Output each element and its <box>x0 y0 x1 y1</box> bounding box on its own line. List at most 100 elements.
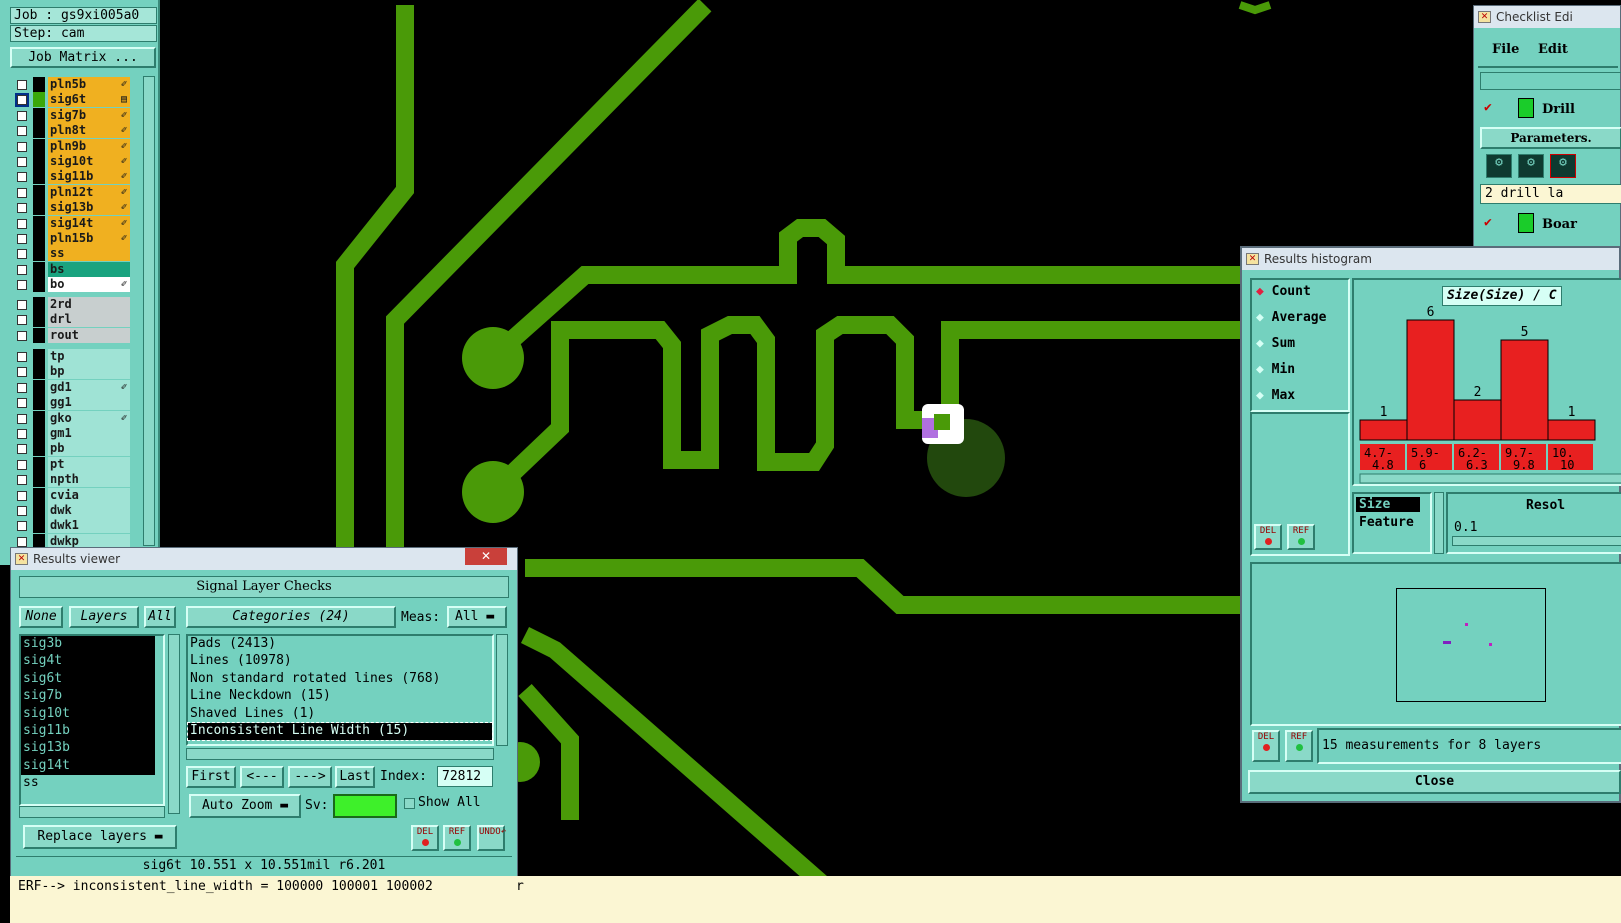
layer-checkbox[interactable] <box>17 382 27 393</box>
layer-color-swatch[interactable] <box>33 349 45 364</box>
ref-button[interactable]: REF <box>443 825 471 851</box>
layer-row[interactable]: dwk <box>14 503 130 518</box>
category-item[interactable]: Pads (2413) <box>188 636 492 653</box>
layer-color-swatch[interactable] <box>33 472 45 488</box>
layer-checkbox[interactable] <box>17 172 27 183</box>
next-button[interactable]: ---> <box>288 766 332 788</box>
layer-checkbox[interactable] <box>17 536 27 547</box>
ref-button[interactable]: REF <box>1287 524 1315 550</box>
mode-radio[interactable]: ◆ Sum <box>1256 336 1295 351</box>
layer-checkbox[interactable] <box>17 126 27 137</box>
v-scrollbar[interactable] <box>168 634 180 814</box>
layer-color-swatch[interactable] <box>33 154 45 169</box>
layer-result-item[interactable]: sig13b <box>21 740 155 758</box>
prev-button[interactable]: <--- <box>240 766 284 788</box>
layer-row[interactable]: gko ✐ <box>14 410 130 426</box>
layer-result-item[interactable]: sig14t <box>21 757 155 776</box>
layer-checkbox[interactable] <box>17 429 27 439</box>
first-button[interactable]: First <box>186 766 236 788</box>
layer-color-swatch[interactable] <box>33 123 45 139</box>
layer-color-swatch[interactable] <box>33 92 45 108</box>
layer-color-swatch[interactable] <box>33 138 45 154</box>
layer-checkbox[interactable] <box>17 218 27 229</box>
layer-color-swatch[interactable] <box>33 246 45 262</box>
layer-checkbox[interactable] <box>17 330 27 341</box>
layer-checkbox[interactable] <box>17 413 27 424</box>
layer-row[interactable]: bs <box>14 261 130 277</box>
none-button[interactable]: None <box>19 606 63 628</box>
measure-list[interactable]: Size Feature <box>1352 492 1432 554</box>
sv-color-select[interactable] <box>333 794 397 818</box>
file-menu[interactable]: File <box>1492 42 1519 57</box>
layer-checkbox[interactable] <box>17 80 27 90</box>
layer-color-swatch[interactable] <box>33 297 45 312</box>
measure-scrollbar[interactable] <box>1434 492 1444 554</box>
layer-color-swatch[interactable] <box>33 312 45 328</box>
layer-checkbox[interactable] <box>17 110 27 121</box>
layer-row[interactable]: pln8t ✐ <box>14 123 130 139</box>
close-icon[interactable]: ✕ <box>465 548 507 565</box>
layer-color-swatch[interactable] <box>33 215 45 231</box>
edit-menu[interactable]: Edit <box>1538 42 1568 57</box>
layer-row[interactable]: sig13b ✐ <box>14 200 130 216</box>
category-item[interactable]: Lines (10978) <box>188 653 492 670</box>
layer-row[interactable]: pln9b ✐ <box>14 138 130 154</box>
layer-checkbox[interactable] <box>17 280 27 291</box>
layer-checkbox[interactable] <box>17 475 27 486</box>
layer-checkbox[interactable] <box>17 444 27 455</box>
layer-row[interactable]: pln5b ✐ <box>14 77 130 92</box>
layer-row[interactable]: sig7b ✐ <box>14 107 130 123</box>
last-button[interactable]: Last <box>335 766 375 788</box>
category-item[interactable]: Line Neckdown (15) <box>188 688 492 705</box>
layers-button[interactable]: Layers <box>69 606 139 628</box>
layer-color-swatch[interactable] <box>33 426 45 441</box>
layer-row[interactable]: sig10t ✐ <box>14 154 130 169</box>
feature-item[interactable]: Feature <box>1356 515 1414 530</box>
replace-layers-select[interactable]: Replace layers ▬ <box>23 825 177 849</box>
del-button[interactable]: DEL <box>1254 524 1282 550</box>
stop-icon[interactable]: ⚙ <box>1550 154 1576 178</box>
layer-checkbox[interactable] <box>17 234 27 244</box>
categories-button[interactable]: Categories (24) <box>186 606 396 628</box>
all-button[interactable]: All <box>144 606 176 628</box>
ref-button[interactable]: REF <box>1285 730 1313 762</box>
layer-color-swatch[interactable] <box>33 487 45 503</box>
layer-color-swatch[interactable] <box>33 456 45 472</box>
layer-row[interactable]: sig6t ▤ <box>14 92 130 108</box>
layer-color-swatch[interactable] <box>33 231 45 246</box>
layer-color-swatch[interactable] <box>33 518 45 534</box>
undo-button[interactable]: UNDO↶ <box>477 825 506 851</box>
layer-color-swatch[interactable] <box>33 184 45 200</box>
category-item[interactable]: Inconsistent Line Width (15) <box>187 721 493 742</box>
layer-color-swatch[interactable] <box>33 410 45 426</box>
layer-checkbox[interactable] <box>17 203 27 214</box>
layer-result-item[interactable]: ss <box>21 775 163 792</box>
category-h-scrollbar[interactable] <box>186 748 494 760</box>
layer-color-swatch[interactable] <box>33 441 45 457</box>
layer-row[interactable]: gd1 ✐ <box>14 379 130 395</box>
del-button[interactable]: DEL <box>1252 730 1280 762</box>
layer-row[interactable]: dwk1 <box>14 518 130 534</box>
layer-row[interactable]: bp <box>14 364 130 380</box>
auto-zoom-select[interactable]: Auto Zoom ▬ <box>189 794 301 818</box>
layer-checkbox[interactable] <box>17 367 27 378</box>
layer-row[interactable]: ss <box>14 246 130 262</box>
job-matrix-button[interactable]: Job Matrix ... <box>10 47 156 68</box>
layer-result-item[interactable]: sig4t <box>21 653 155 671</box>
layer-result-item[interactable]: sig7b <box>21 688 155 706</box>
layer-checkbox[interactable] <box>17 300 27 310</box>
layer-row[interactable]: pb <box>14 441 130 457</box>
parameters-button[interactable]: Parameters. <box>1480 127 1621 149</box>
layer-row[interactable]: drl <box>14 312 130 328</box>
close-button[interactable]: Close <box>1248 770 1621 794</box>
mode-radio[interactable]: ◆ Average <box>1256 310 1326 325</box>
layer-checkbox[interactable] <box>17 264 27 275</box>
layer-checkbox[interactable] <box>17 398 27 409</box>
layer-row[interactable]: rout <box>14 327 130 343</box>
meas-select[interactable]: All ▬ <box>447 606 507 628</box>
layer-color-swatch[interactable] <box>33 503 45 518</box>
layer-color-swatch[interactable] <box>33 364 45 380</box>
layer-color-swatch[interactable] <box>33 107 45 123</box>
layer-results-list[interactable]: sig3b sig4t sig6t sig7b sig10t sig11b sig13b si… <box>19 634 165 806</box>
layer-row[interactable]: sig11b ✐ <box>14 169 130 185</box>
